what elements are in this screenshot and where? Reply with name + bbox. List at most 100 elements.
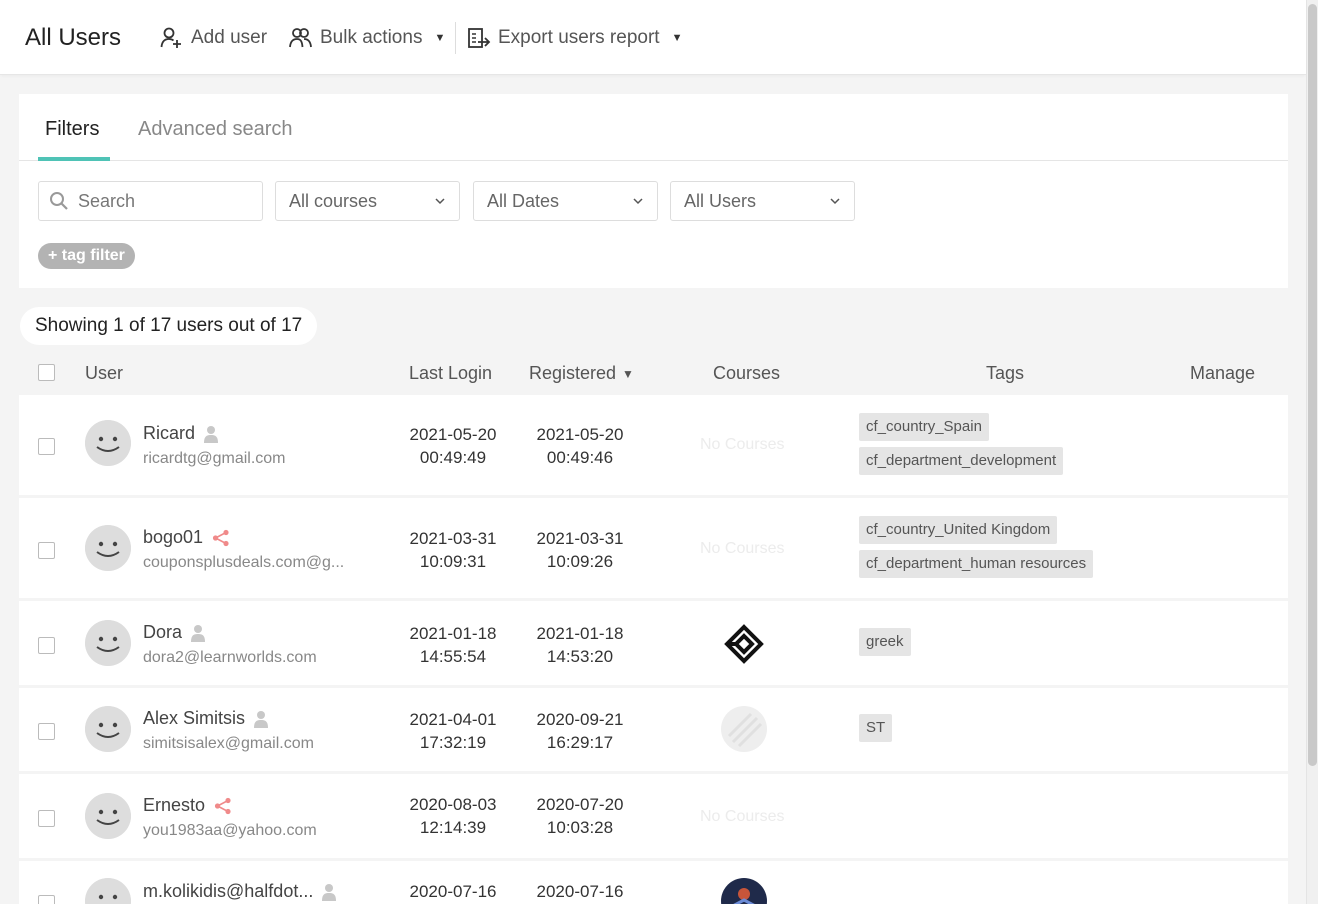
user-email: dora2@learnworlds.com [143,649,317,666]
last-login-date: 2021-05-20 [409,425,497,444]
courses-select[interactable]: All courses [275,181,460,221]
course-logo-icon[interactable] [724,624,764,664]
last-login-date: 2021-01-18 [409,624,497,643]
user-email: simitsisalex@gmail.com [143,735,314,752]
user-name[interactable]: Dora [143,622,206,643]
add-tag-filter-button[interactable]: + tag filter [38,243,135,269]
registered-date: 2021-03-31 [536,529,624,548]
last-login-date: 2020-08-03 [409,795,497,814]
user-name[interactable]: Ricard [143,423,219,444]
user-name[interactable]: bogo01 [143,527,230,548]
row-checkbox[interactable] [38,723,55,740]
users-group-icon [289,28,312,48]
col-header-user[interactable]: User [85,363,123,384]
col-header-manage: Manage [1190,363,1256,383]
last-login-time: 12:14:39 [419,818,487,837]
user-name-text: Alex Simitsis [143,708,246,728]
course-thumbnail-icon[interactable] [721,706,767,752]
course-thumbnail-icon[interactable] [721,878,767,904]
last-login-cell: 2021-05-20 00:49:49 [398,423,508,469]
caret-down-icon: ▼ [434,32,446,44]
last-login-date: 2021-04-01 [409,710,497,729]
avatar-icon [85,878,131,904]
user-name[interactable]: Ernesto [143,795,232,816]
row-checkbox[interactable] [38,542,55,559]
bulk-actions-dropdown[interactable]: Bulk actions ▼ [289,27,445,49]
registered-time: 10:03:28 [546,818,614,837]
col-header-registered[interactable]: Registered ▼ [529,363,634,384]
avatar-icon [85,620,131,666]
user-name[interactable]: m.kolikidis@halfdot... [143,881,337,902]
export-report-dropdown[interactable]: Export users report ▼ [467,27,682,49]
user-tag[interactable]: cf_country_Spain [859,413,989,441]
table-row[interactable]: Ricard ricardtg@gmail.com 2021-05-20 00:… [19,395,1288,495]
last-login-time: 00:49:49 [419,448,487,467]
no-courses-text: No Courses [700,436,785,453]
table-row[interactable]: Dora dora2@learnworlds.com 2021-01-18 14… [19,601,1288,685]
row-checkbox[interactable] [38,895,55,904]
person-icon [191,624,206,642]
search-icon [50,192,68,210]
table-row[interactable]: bogo01 couponsplusdeals.com@g... 2021-03… [19,498,1288,598]
user-tag[interactable]: cf_country_United Kingdom [859,516,1058,544]
tab-advanced-search[interactable]: Advanced search [138,118,293,141]
registered-cell: 2021-01-18 14:53:20 [525,622,635,668]
add-user-button[interactable]: Add user [160,27,267,49]
dates-select[interactable]: All Dates [473,181,658,221]
users-select-value: All Users [684,190,757,211]
col-header-registered-label: Registered [529,363,617,383]
avatar-icon [85,420,131,466]
last-login-cell: 2020-08-03 12:14:39 [398,793,508,839]
users-select[interactable]: All Users [670,181,855,221]
active-tab-indicator [38,157,110,161]
share-icon [212,529,229,546]
table-row[interactable]: Alex Simitsis simitsisalex@gmail.com 202… [19,688,1288,771]
last-login-cell: 2021-01-18 14:55:54 [398,622,508,668]
tab-filters[interactable]: Filters [45,118,99,141]
last-login-date: 2021-03-31 [409,529,497,548]
search-input[interactable] [78,190,248,212]
table-row[interactable]: m.kolikidis@halfdot... 2020-07-16 2020-0… [19,861,1288,904]
no-courses-text: No Courses [700,540,785,557]
user-name-text: Dora [143,622,183,642]
registered-date: 2021-05-20 [536,425,624,444]
user-tag[interactable]: cf_department_development [859,447,1064,475]
avatar-icon [85,525,131,571]
row-checkbox[interactable] [38,637,55,654]
col-header-last-login[interactable]: Last Login [409,363,492,384]
no-courses-text: No Courses [700,808,785,825]
registered-time: 16:29:17 [546,733,614,752]
registered-cell: 2021-03-31 10:09:26 [525,527,635,573]
courses-select-value: All courses [289,190,378,211]
last-login-cell: 2021-04-01 17:32:19 [398,708,508,754]
user-tag[interactable]: greek [859,628,911,656]
registered-time: 14:53:20 [546,647,614,666]
person-icon [204,425,219,443]
scrollbar-thumb[interactable] [1308,4,1317,766]
select-all-checkbox[interactable] [38,364,55,381]
registered-cell: 2020-09-21 16:29:17 [525,708,635,754]
row-checkbox[interactable] [38,438,55,455]
page-title: All Users [25,24,122,51]
user-tag[interactable]: cf_department_human resources [859,550,1094,578]
user-name-text: bogo01 [143,527,204,547]
sort-desc-icon: ▼ [622,366,634,381]
registered-time: 00:49:46 [546,448,614,467]
last-login-cell: 2021-03-31 10:09:31 [398,527,508,573]
row-checkbox[interactable] [38,810,55,827]
registered-date: 2021-01-18 [536,624,624,643]
avatar-icon [85,706,131,752]
caret-down-icon: ▼ [671,32,683,44]
add-user-icon [160,27,181,48]
registered-date: 2020-07-16 [536,882,624,901]
last-login-time: 17:32:19 [419,733,487,752]
user-name[interactable]: Alex Simitsis [143,708,269,729]
table-row[interactable]: Ernesto you1983aa@yahoo.com 2020-08-03 1… [19,774,1288,858]
bulk-actions-label: Bulk actions [320,27,423,48]
dates-select-value: All Dates [487,190,560,211]
export-report-label: Export users report [498,27,660,48]
last-login-time: 14:55:54 [419,647,487,666]
search-box[interactable] [38,181,263,221]
registered-cell: 2021-05-20 00:49:46 [525,423,635,469]
user-tag[interactable]: ST [859,714,893,742]
